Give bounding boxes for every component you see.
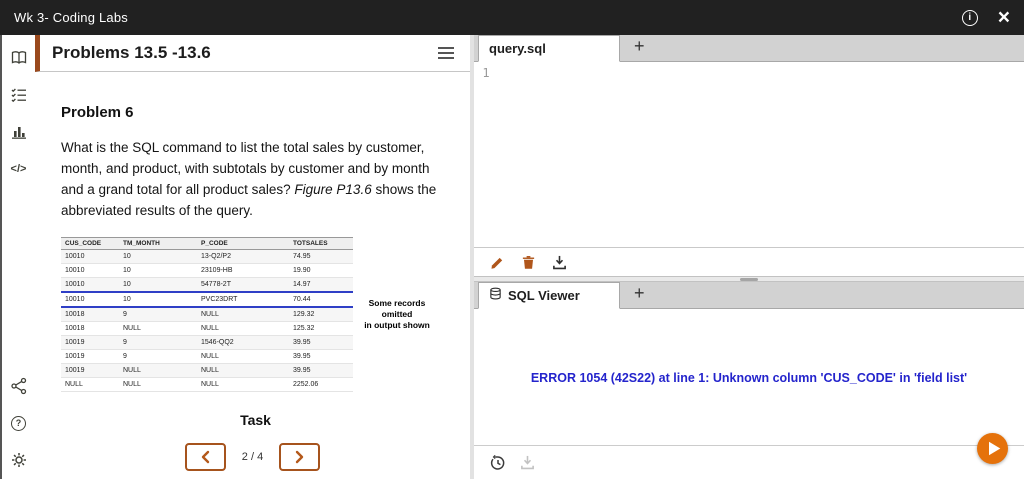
window-title: Wk 3- Coding Labs [14,10,128,25]
editor-tabbar: query.sql + [474,35,1024,62]
code-input-area[interactable] [498,62,1024,247]
splitter-handle [740,277,758,281]
book-icon[interactable] [8,47,30,69]
database-icon [489,287,502,304]
figure-row: 10010 10 54778-2T 14.97 [61,277,353,293]
figure-table-body: 10010 10 13-Q2/P2 74.95 10010 10 23109-HB 19.90… [61,249,353,392]
checklist-icon[interactable] [8,84,30,106]
app-window: Wk 3- Coding Labs i × </> ? Problems 13.… [0,0,1024,479]
figure-col-header: CUS_CODE [61,237,119,250]
figure-table: CUS_CODE TM_MONTH P_CODE TOTSALES 10010 10 13… [61,237,353,392]
new-editor-tab-button[interactable]: + [634,37,645,59]
icon-rail: </> ? [2,35,35,479]
gear-icon[interactable] [8,449,30,471]
figure-row: NULL NULL NULL 2252.06 [61,377,353,392]
run-button[interactable] [977,433,1008,464]
figure-row: 10010 10 13-Q2/P2 74.95 [61,249,353,264]
sql-viewer-panel: SQL Viewer + ERROR 1054 (42S22) at line … [474,282,1024,479]
line-number-gutter: 1 [482,66,490,80]
figure-reference: Figure P13.6 [294,182,372,197]
figure-col-header: P_CODE [197,237,289,250]
figure-table-head-row: CUS_CODE TM_MONTH P_CODE TOTSALES [61,237,353,250]
new-viewer-tab-button[interactable]: + [634,284,645,306]
tab-sql-viewer[interactable]: SQL Viewer [478,282,620,309]
editor-toolbar [474,248,1024,276]
figure-row: 10019 9 NULL 39.95 [61,349,353,364]
pagination: 2 / 4 [35,435,470,479]
menu-icon[interactable] [438,47,454,59]
figure-col-header: TM_MONTH [119,237,197,250]
task-heading: Task [240,412,271,428]
viewer-toolbar [474,433,1024,479]
sql-output-area: ERROR 1054 (42S22) at line 1: Unknown co… [474,309,1024,445]
close-icon[interactable]: × [998,7,1010,28]
edit-button[interactable] [489,254,505,270]
page-indicator: 2 / 4 [241,451,264,463]
figure-col-header: TOTSALES [289,237,353,250]
share-icon[interactable] [8,375,30,397]
help-icon[interactable]: ? [8,412,30,434]
history-icon[interactable] [490,454,506,471]
next-page-button[interactable] [279,443,321,471]
figure-p13-6: CUS_CODE TM_MONTH P_CODE TOTSALES 10010 10 13… [61,237,450,392]
problem-panel: Problems 13.5 -13.6 Problem 6 What is th… [35,35,470,479]
download-icon[interactable] [551,254,567,270]
workspace: query.sql + 1 SQL Viewer + ERROR 1054 (4… [470,35,1024,479]
code-icon[interactable]: </> [8,158,30,180]
delete-button[interactable] [520,254,536,270]
bar-chart-icon[interactable] [8,121,30,143]
problem-text: What is the SQL command to list the tota… [61,140,437,218]
figure-row: 10018 9 NULL 129.32 [61,307,353,322]
window-titlebar: Wk 3- Coding Labs i × [0,0,1024,35]
figure-row: 10019 9 1546-QQ2 39.95 [61,335,353,350]
download-results-icon[interactable] [519,455,535,471]
problem-panel-header: Problems 13.5 -13.6 [35,35,470,72]
viewer-tabbar: SQL Viewer + [474,282,1024,309]
code-editor: 1 [474,62,1024,248]
problem-content: Problem 6 What is the SQL command to lis… [35,72,470,435]
figure-row: 10018 NULL NULL 125.32 [61,321,353,336]
figure-row: 10010 10 23109-HB 19.90 [61,263,353,278]
info-icon[interactable]: i [961,9,978,26]
prev-page-button[interactable] [184,443,226,471]
sql-error-message: ERROR 1054 (42S22) at line 1: Unknown co… [530,371,968,385]
figure-annotation: Some records omitted in output shown [364,297,430,331]
tab-query-sql[interactable]: query.sql [478,35,620,62]
problem-title: Problem 6 [61,104,134,121]
figure-row: 10019 NULL NULL 39.95 [61,363,353,378]
page-title: Problems 13.5 -13.6 [52,43,211,62]
figure-row: 10010 10 PVC23DRT 70.44 [61,292,353,308]
